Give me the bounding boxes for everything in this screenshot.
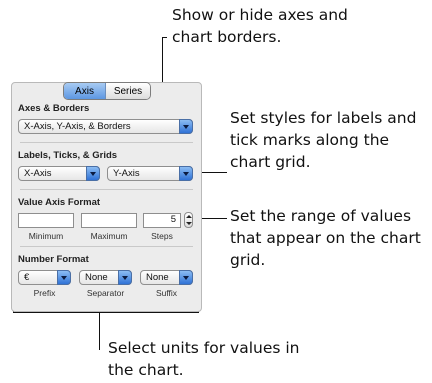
steps-label: Steps — [151, 231, 173, 241]
callout-line: Set styles for labels and — [230, 109, 417, 127]
chevron-down-icon — [86, 166, 100, 181]
prefix-value: € — [24, 272, 30, 283]
number-format-heading: Number Format — [18, 254, 89, 265]
minimum-field[interactable] — [18, 213, 74, 228]
y-axis-value: Y-Axis — [113, 168, 140, 179]
callout-line: grid. — [230, 251, 266, 269]
callout-value-range: Set the range of values that appear on t… — [230, 205, 421, 271]
tab-series[interactable]: Series — [106, 83, 150, 99]
chevron-down-icon — [118, 270, 132, 285]
value-axis-heading: Value Axis Format — [18, 197, 101, 208]
callout-line: Select units for values in — [108, 339, 300, 357]
leader-line-units — [99, 312, 100, 350]
x-axis-popup[interactable]: X-Axis — [18, 166, 100, 181]
minimum-label: Minimum — [28, 231, 64, 241]
callout-line: chart grid. — [230, 153, 311, 171]
separator-popup[interactable]: None — [79, 270, 132, 285]
separator-value: None — [85, 272, 108, 283]
y-axis-popup[interactable]: Y-Axis — [107, 166, 193, 181]
callout-units: Select units for values in the chart. — [108, 337, 300, 381]
axes-borders-heading: Axes & Borders — [18, 103, 90, 114]
leader-line-top-tick — [162, 37, 167, 38]
prefix-label: Prefix — [33, 288, 56, 298]
suffix-popup[interactable]: None — [140, 270, 193, 285]
suffix-label: Suffix — [155, 288, 178, 298]
steps-stepper[interactable] — [184, 212, 193, 228]
bracket-bottom — [13, 312, 199, 313]
divider — [20, 189, 193, 190]
chevron-down-icon — [179, 270, 193, 285]
maximum-label: Maximum — [90, 231, 128, 241]
x-axis-value: X-Axis — [24, 168, 52, 179]
chevron-down-icon — [57, 270, 71, 285]
suffix-value: None — [146, 272, 169, 283]
callout-line: Set the range of values — [230, 207, 412, 225]
callout-line: the chart. — [108, 361, 184, 379]
prefix-popup[interactable]: € — [18, 270, 71, 285]
divider — [20, 142, 193, 143]
steps-field[interactable]: 5 — [143, 213, 181, 228]
maximum-field[interactable] — [81, 213, 137, 228]
callout-line: that appear on the chart — [230, 229, 421, 247]
callout-labels-ticks: Set styles for labels and tick marks alo… — [230, 107, 416, 173]
callout-line: tick marks along the — [230, 131, 390, 149]
separator-label: Separator — [86, 288, 125, 298]
axis-series-tabs: Axis Series — [63, 82, 151, 100]
chart-inspector-panel: Axis Series Axes & Borders X-Axis, Y-Axi… — [11, 82, 202, 312]
chevron-down-icon — [179, 166, 193, 181]
tab-axis[interactable]: Axis — [64, 83, 106, 99]
divider — [20, 246, 193, 247]
axes-borders-popup[interactable]: X-Axis, Y-Axis, & Borders — [18, 119, 193, 134]
callout-axes-borders: Show or hide axes and chart borders. — [172, 4, 348, 48]
callout-line: Show or hide axes and — [172, 6, 348, 24]
labels-ticks-heading: Labels, Ticks, & Grids — [18, 150, 118, 161]
callout-line: chart borders. — [172, 28, 282, 46]
axes-borders-value: X-Axis, Y-Axis, & Borders — [24, 121, 131, 132]
chevron-down-icon — [179, 119, 193, 134]
